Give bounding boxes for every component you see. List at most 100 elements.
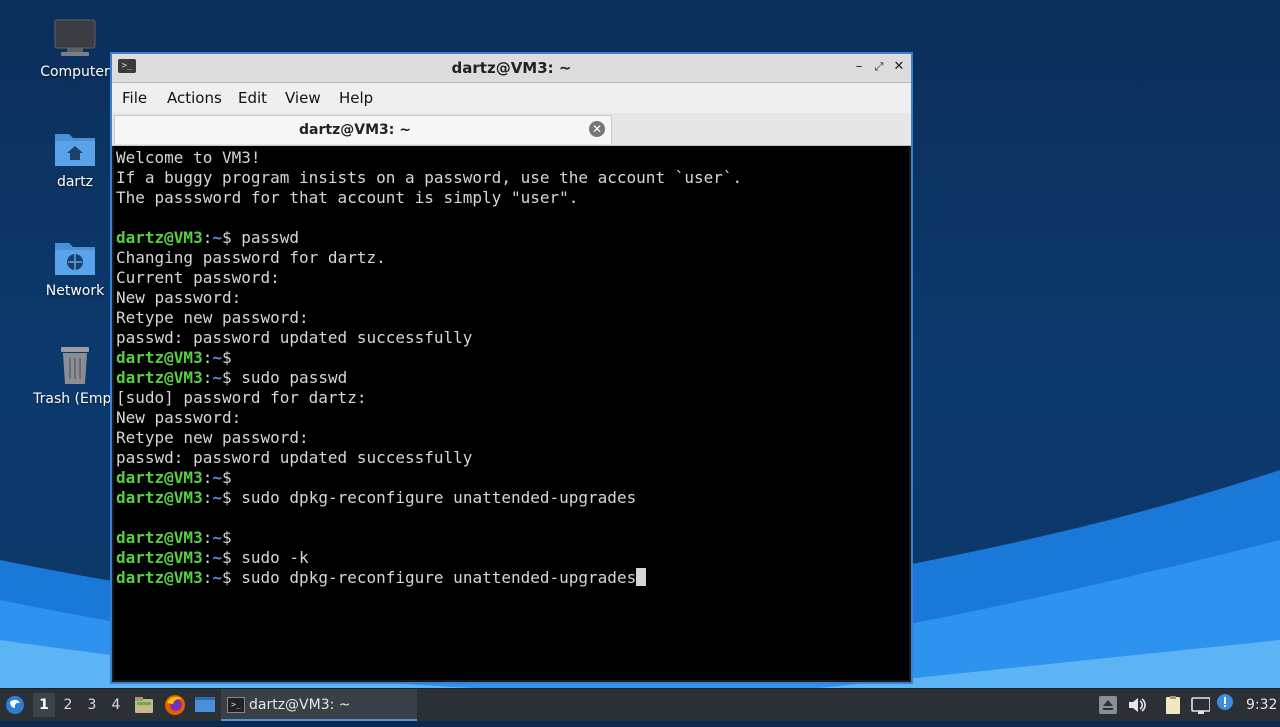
desktop-icon-label: Computer: [40, 64, 110, 80]
prompt-user: dartz@VM3: [116, 528, 203, 547]
terminal-output-line: New password:: [116, 288, 242, 307]
tab-terminal[interactable]: dartz@VM3: ~ ✕: [114, 115, 612, 144]
prompt-separator: :: [202, 228, 213, 247]
menu-edit[interactable]: Edit: [238, 89, 267, 107]
prompt-separator: :: [202, 548, 213, 567]
menubar: File Actions Edit View Help: [112, 83, 911, 113]
workspace-4[interactable]: 4: [105, 693, 127, 717]
prompt-symbol: $: [221, 228, 232, 247]
command-text: sudo -k: [231, 548, 309, 567]
network-icon[interactable]: [1190, 695, 1210, 715]
desktop-icon-label: Network: [45, 283, 105, 299]
desktop-icon-dartz[interactable]: dartz: [27, 128, 123, 190]
desktop-icon-trash[interactable]: Trash (Empt: [27, 345, 123, 407]
terminal-prompt-line: dartz@VM3:~$ sudo -k: [116, 548, 309, 568]
task-label: dartz@VM3: ~: [249, 697, 351, 713]
command-text: sudo dpkg-reconfigure unattended-upgrade…: [231, 488, 637, 507]
maximize-button[interactable]: ⤢: [870, 58, 888, 76]
computer-icon: [54, 19, 96, 56]
prompt-symbol: $: [221, 468, 232, 487]
prompt-path: ~: [212, 568, 222, 587]
terminal-output-line: Welcome to VM3!: [116, 148, 261, 167]
volume-icon[interactable]: [1126, 695, 1146, 715]
terminal-prompt-line: dartz@VM3:~$: [116, 348, 232, 368]
prompt-user: dartz@VM3: [116, 228, 203, 247]
taskbar-task-terminal[interactable]: >_ dartz@VM3: ~: [221, 689, 417, 721]
desktop-icon-label: dartz: [56, 174, 94, 190]
prompt-user: dartz@VM3: [116, 488, 203, 507]
terminal-window: >_ dartz@VM3: ~ – ⤢ ✕ File Actions Edit …: [110, 52, 913, 684]
desktop-icon-label: Trash (Empt: [33, 391, 117, 407]
terminal-prompt-line: dartz@VM3:~$: [116, 468, 232, 488]
terminal-output-line: Retype new password:: [116, 308, 309, 327]
minimize-button[interactable]: –: [850, 58, 868, 76]
prompt-symbol: $: [221, 368, 232, 387]
desktop-icon-network[interactable]: Network: [27, 237, 123, 299]
prompt-symbol: $: [221, 548, 232, 567]
prompt-user: dartz@VM3: [116, 548, 203, 567]
tab-close-icon[interactable]: ✕: [589, 121, 605, 137]
command-text: passwd: [231, 228, 300, 247]
terminal-output-line: [sudo] password for dartz:: [116, 388, 367, 407]
prompt-path: ~: [212, 528, 222, 547]
clipboard-icon[interactable]: [1163, 695, 1183, 715]
menu-file[interactable]: File: [122, 89, 147, 107]
terminal-output-line: If a buggy program insists on a password…: [116, 168, 743, 187]
prompt-symbol: $: [221, 348, 232, 367]
terminal-output-line: Current password:: [116, 268, 280, 287]
prompt-user: dartz@VM3: [116, 468, 203, 487]
workspace-1[interactable]: 1: [33, 693, 55, 717]
firefox-icon[interactable]: [164, 694, 186, 726]
menu-view[interactable]: View: [285, 89, 321, 107]
prompt-separator: :: [202, 488, 213, 507]
network-folder-icon: [55, 243, 95, 275]
tab-label: dartz@VM3: ~: [299, 122, 411, 138]
command-text: sudo passwd: [231, 368, 348, 387]
prompt-path: ~: [212, 548, 222, 567]
terminal-output[interactable]: Welcome to VM3! If a buggy program insist…: [114, 146, 909, 680]
prompt-separator: :: [202, 568, 213, 587]
terminal-prompt-line: dartz@VM3:~$ sudo passwd: [116, 368, 347, 388]
window-titlebar[interactable]: >_ dartz@VM3: ~ – ⤢ ✕: [112, 54, 911, 83]
start-menu-icon[interactable]: [5, 695, 25, 727]
terminal-prompt-line: dartz@VM3:~$: [116, 528, 232, 548]
file-manager-icon[interactable]: [134, 695, 154, 727]
window-title: dartz@VM3: ~: [451, 59, 572, 77]
terminal-output-line: passwd: password updated successfully: [116, 448, 473, 467]
terminal-app-icon: >_: [227, 697, 245, 713]
home-folder-icon: [55, 134, 95, 166]
terminal-output-line: New password:: [116, 408, 242, 427]
clock[interactable]: 9:32: [1246, 689, 1277, 721]
terminal-prompt-line: dartz@VM3:~$ sudo dpkg-reconfigure unatt…: [116, 488, 636, 508]
prompt-symbol: $: [221, 568, 232, 587]
prompt-user: dartz@VM3: [116, 348, 203, 367]
prompt-user: dartz@VM3: [116, 368, 203, 387]
prompt-symbol: $: [221, 488, 232, 507]
terminal-prompt-line: dartz@VM3:~$ passwd: [116, 228, 299, 248]
prompt-user: dartz@VM3: [116, 568, 203, 587]
command-text: sudo dpkg-reconfigure unattended-upgrade…: [231, 568, 637, 587]
prompt-path: ~: [212, 368, 222, 387]
update-notification-icon[interactable]: [1216, 693, 1236, 713]
menu-help[interactable]: Help: [339, 89, 373, 107]
prompt-path: ~: [212, 468, 222, 487]
show-desktop-icon[interactable]: [194, 695, 216, 727]
tab-bar: dartz@VM3: ~ ✕: [112, 113, 911, 146]
prompt-symbol: $: [221, 528, 232, 547]
terminal-cursor: [636, 568, 647, 586]
terminal-output-line: passwd: password updated successfully: [116, 328, 473, 347]
menu-actions[interactable]: Actions: [167, 89, 222, 107]
prompt-separator: :: [202, 468, 213, 487]
prompt-path: ~: [212, 228, 222, 247]
workspace-3[interactable]: 3: [81, 693, 103, 717]
close-button[interactable]: ✕: [890, 58, 908, 76]
eject-icon[interactable]: [1098, 695, 1118, 715]
trash-icon: [61, 347, 89, 384]
prompt-path: ~: [212, 488, 222, 507]
prompt-separator: :: [202, 368, 213, 387]
terminal-prompt-line: dartz@VM3:~$ sudo dpkg-reconfigure unatt…: [116, 568, 647, 588]
taskbar: >_ dartz@VM3: ~ 9:32 1234: [0, 688, 1280, 721]
desktop-icon-computer[interactable]: Computer: [27, 18, 123, 80]
prompt-path: ~: [212, 348, 222, 367]
workspace-2[interactable]: 2: [57, 693, 79, 717]
